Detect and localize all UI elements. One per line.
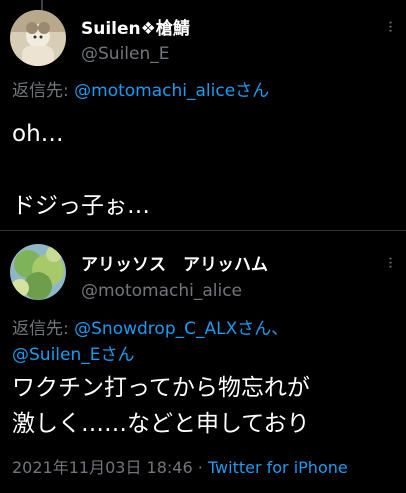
- tweet-text-line: ドジっ子ぉ…: [12, 193, 150, 219]
- tweet-text-line: oh…: [12, 121, 64, 147]
- reply-to-line: 返信先: @Snowdrop_C_ALXさん、: [12, 316, 288, 342]
- reply-to-line: 返信先: @motomachi_aliceさん: [12, 78, 269, 104]
- meta-separator: ·: [192, 458, 208, 477]
- more-options-icon[interactable]: ···: [381, 20, 400, 32]
- more-options-icon[interactable]: ···: [381, 256, 400, 268]
- avatar-image-icon: [10, 10, 66, 66]
- avatar[interactable]: [10, 10, 66, 66]
- reply-mention-link[interactable]: @motomachi_aliceさん: [74, 81, 269, 101]
- tweet-text-line: ワクチン打ってから物忘れが: [12, 375, 310, 401]
- reply-prefix: 返信先:: [12, 319, 75, 339]
- reply-mention-link[interactable]: @Snowdrop_C_ALXさん、: [74, 319, 288, 339]
- tweet-suilen[interactable]: Suilen❖槍鯖 @Suilen_E ··· 返信先: @motomachi_…: [0, 0, 406, 230]
- avatar-image-icon: [10, 244, 66, 300]
- timestamp[interactable]: 2021年11月03日 18:46: [12, 458, 193, 477]
- reply-to-line-continued: @Suilen_Eさん: [12, 342, 135, 368]
- user-handle[interactable]: @Suilen_E: [81, 44, 170, 64]
- display-name[interactable]: アリッソス アリッハム: [81, 250, 268, 275]
- reply-mention-link[interactable]: @Suilen_Eさん: [12, 345, 135, 365]
- avatar[interactable]: [10, 244, 66, 300]
- user-handle[interactable]: @motomachi_alice: [81, 281, 242, 301]
- tweet-text-line: 激しく……などと申しており: [12, 411, 310, 437]
- display-name[interactable]: Suilen❖槍鯖: [81, 14, 190, 39]
- reply-prefix: 返信先:: [12, 81, 75, 101]
- tweet-metadata: 2021年11月03日 18:46 · Twitter for iPhone: [12, 454, 348, 478]
- source-link[interactable]: Twitter for iPhone: [208, 458, 348, 477]
